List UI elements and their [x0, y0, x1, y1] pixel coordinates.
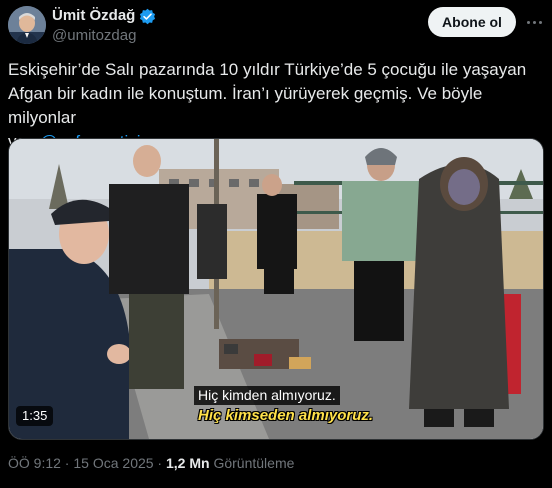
- avatar-portrait: [8, 6, 46, 44]
- view-count-label: Görüntüleme: [209, 455, 295, 471]
- tweet-article: Ümit Özdağ @umitozdag Abone ol Eskişehir…: [0, 0, 552, 488]
- more-options-icon[interactable]: [524, 14, 544, 30]
- view-count: 1,2 Mn: [166, 455, 210, 471]
- separator-dot: ·: [153, 455, 166, 471]
- author-name[interactable]: Ümit Özdağ: [52, 7, 135, 25]
- tweet-date[interactable]: 15 Oca 2025: [73, 455, 153, 471]
- author-handle[interactable]: @umitozdag: [52, 26, 156, 46]
- tweet-time[interactable]: ÖÖ 9:12: [8, 455, 61, 471]
- follow-button[interactable]: Abone ol: [428, 7, 516, 37]
- video-subtitle-overlay: Hiç kimseden almıyoruz.: [198, 407, 374, 424]
- video-subtitle: Hiç kimden almıyoruz.: [194, 386, 340, 405]
- separator-dot: ·: [60, 455, 74, 471]
- avatar[interactable]: [8, 6, 46, 44]
- tweet-metadata: ÖÖ 9:12 · 15 Oca 2025 · 1,2 Mn Görüntüle…: [8, 454, 294, 472]
- author-info: Ümit Özdağ @umitozdag: [52, 7, 156, 46]
- video-duration-badge: 1:35: [16, 406, 54, 426]
- verified-badge-icon: [140, 8, 156, 24]
- tweet-text-line: Afgan bir kadın ile konuştum. İran’ı yür…: [8, 84, 483, 127]
- tweet-text-line: Eskişehir’de Salı pazarında 10 yıldır Tü…: [8, 60, 527, 79]
